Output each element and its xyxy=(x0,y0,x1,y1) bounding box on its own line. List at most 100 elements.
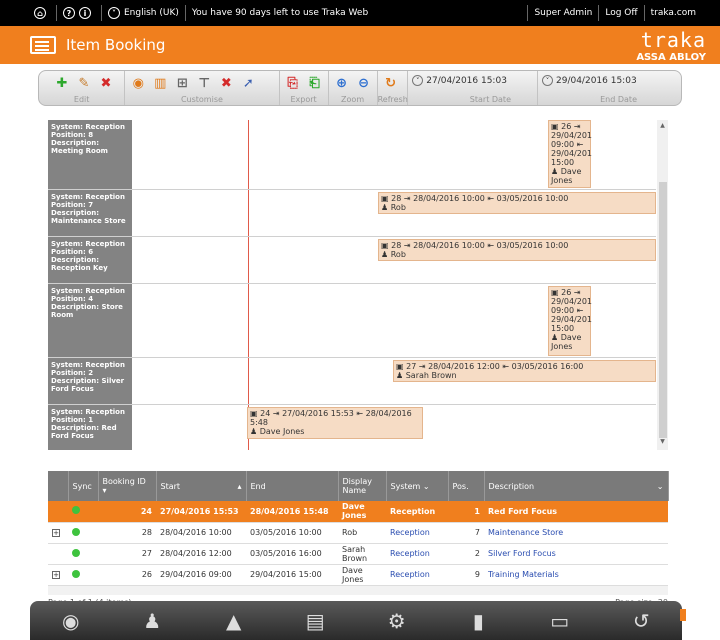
timeline-row: System: Reception Position: 4 Description:… xyxy=(48,284,656,358)
booking-block[interactable]: ▣ 28 ⇥ 28/04/2016 10:00 ⇤ 03/05/2016 10:… xyxy=(378,192,656,214)
expand-icon[interactable]: + xyxy=(52,571,60,579)
end-date-value: 29/04/2016 15:03 xyxy=(556,75,637,86)
grid-horizontal-scrollbar[interactable] xyxy=(48,585,668,595)
chevron-down-icon: ⌄ xyxy=(422,481,430,491)
history-icon[interactable]: ↺ xyxy=(628,608,654,634)
eye-icon[interactable]: ◉ xyxy=(58,608,84,634)
sort-icon: ▾ xyxy=(102,486,107,495)
user-icon[interactable]: ♟ xyxy=(139,608,165,634)
booking-icon: ▣ xyxy=(551,122,559,131)
col-sync[interactable]: Sync xyxy=(68,471,99,501)
user-name[interactable]: Super Admin xyxy=(527,5,598,21)
booking-block[interactable]: ▣ 27 ⇥ 28/04/2016 12:00 ⇤ 03/05/2016 16:… xyxy=(393,360,656,382)
sort-icon: ▴ xyxy=(237,481,242,491)
col-end[interactable]: End xyxy=(246,471,339,501)
row-label: System: Reception Position: 6 Description:… xyxy=(48,237,132,283)
row-label: System: Reception Position: 8 Description:… xyxy=(48,120,132,189)
col-booking-id[interactable]: Booking ID ▾ xyxy=(98,471,157,501)
expand-icon[interactable]: + xyxy=(52,529,60,537)
add-button[interactable]: ✚ xyxy=(52,74,72,93)
scroll-down-icon[interactable]: ▼ xyxy=(657,438,668,448)
refresh-button[interactable]: ↻ xyxy=(381,74,401,93)
refresh-group: ↻ Refresh xyxy=(378,71,409,105)
export-excel-button[interactable]: ⎗ xyxy=(305,74,325,93)
help-icon: ? xyxy=(63,7,75,19)
row-label: System: Reception Position: 4 Description:… xyxy=(48,284,132,357)
window-icon[interactable]: ▭ xyxy=(547,608,573,634)
export-pdf-button[interactable]: ⎘ xyxy=(283,74,303,93)
top-bar: ⌂ ? i ˅ English (UK) You have 90 days left… xyxy=(0,0,720,26)
user-icon: ♟ xyxy=(551,333,559,342)
settings-icon[interactable]: ⚙ xyxy=(384,608,410,634)
edit-button[interactable]: ✎ xyxy=(74,74,94,93)
sync-status-icon xyxy=(72,527,80,536)
key-icon[interactable]: ▮ xyxy=(465,608,491,634)
col-pos[interactable]: Pos. xyxy=(448,471,485,501)
toolbar: ✚ ✎ ✖ Edit ◉ ▥ ⊞ ⊤ ✖ ➚ Customise ⎘ ⎗ Exp… xyxy=(38,70,682,106)
table-row[interactable]: + 26 29/04/2016 09:00 29/04/2016 15:00 D… xyxy=(48,564,668,586)
timeline-row: System: Reception Position: 8 Description:… xyxy=(48,120,656,190)
zoom-out-icon[interactable]: ⊖ xyxy=(354,74,374,93)
booking-block[interactable]: ▣ 24 ⇥ 27/04/2016 15:53 ⇤ 28/04/2016 5:4… xyxy=(247,407,423,439)
timeline-scrollbar[interactable]: ▲ ▼ xyxy=(657,120,668,450)
start-date-picker[interactable]: ˅ 27/04/2016 15:03 Start Date xyxy=(408,71,538,105)
customise-group: ◉ ▥ ⊞ ⊤ ✖ ➚ Customise xyxy=(125,71,280,105)
dock-toggle[interactable] xyxy=(680,609,686,621)
brand-logo: traka ASSA ABLOY xyxy=(636,28,706,63)
col-start[interactable]: Start ▴ xyxy=(156,471,247,501)
table-row[interactable]: + 28 28/04/2016 10:00 03/05/2016 10:00 R… xyxy=(48,522,668,544)
col-display-name[interactable]: Display Name xyxy=(338,471,387,501)
view-button[interactable]: ◉ xyxy=(128,74,148,93)
col-description[interactable]: Description ⌄ xyxy=(484,471,669,501)
row-label: System: Reception Position: 1 Description:… xyxy=(48,405,132,450)
zoom-group: ⊕ ⊖ Zoom xyxy=(329,71,378,105)
sync-status-icon xyxy=(72,569,80,578)
clear-filter-button[interactable]: ✖ xyxy=(216,74,236,93)
row-label: System: Reception Position: 7 Description:… xyxy=(48,190,132,236)
zoom-in-icon[interactable]: ⊕ xyxy=(332,74,352,93)
timeline-row: System: Reception Position: 1 Description:… xyxy=(48,405,656,450)
chevron-down-icon: ˅ xyxy=(542,75,553,86)
page-title: Item Booking xyxy=(66,36,166,54)
home-button[interactable]: ⌂ xyxy=(28,5,56,21)
booking-block[interactable]: ▣ 26 ⇥ 29/04/201 09:00 ⇤ 29/04/201 15:00… xyxy=(548,286,592,356)
bottom-dock: ◉ ♟ ▲ ▤ ⚙ ▮ ▭ ↺ xyxy=(30,601,686,640)
edit-group: ✚ ✎ ✖ Edit xyxy=(39,71,126,105)
page-header: Item Booking traka ASSA ABLOY xyxy=(0,26,720,64)
booking-icon: ▣ xyxy=(551,288,559,297)
row-label: System: Reception Position: 2 Description:… xyxy=(48,358,132,404)
end-date-picker[interactable]: ˅ 29/04/2016 15:03 End Date xyxy=(538,71,681,105)
delete-button[interactable]: ✖ xyxy=(96,74,116,93)
user-icon: ♟ xyxy=(381,203,389,212)
group-button[interactable]: ⊞ xyxy=(172,74,192,93)
booking-icon: ▣ xyxy=(396,362,404,371)
timeline-row: System: Reception Position: 7 Description:… xyxy=(48,190,656,237)
export-group: ⎘ ⎗ Export xyxy=(280,71,329,105)
booking-icon: ▣ xyxy=(250,409,258,418)
scroll-thumb[interactable] xyxy=(659,182,667,438)
select-button[interactable]: ➚ xyxy=(238,74,258,93)
timeline-row: System: Reception Position: 2 Description:… xyxy=(48,358,656,405)
start-date-value: 27/04/2016 15:03 xyxy=(426,75,507,86)
home-icon: ⌂ xyxy=(34,7,46,19)
columns-button[interactable]: ▥ xyxy=(150,74,170,93)
help-button[interactable]: ? i xyxy=(56,5,101,21)
booking-icon xyxy=(30,36,56,54)
chevron-down-icon: ˅ xyxy=(108,7,120,19)
document-icon[interactable]: ▤ xyxy=(302,608,328,634)
scroll-up-icon[interactable]: ▲ xyxy=(657,122,668,132)
language-selector[interactable]: ˅ English (UK) xyxy=(101,5,185,21)
booking-block[interactable]: ▣ 28 ⇥ 28/04/2016 10:00 ⇤ 03/05/2016 10:… xyxy=(378,239,656,261)
sync-status-icon xyxy=(72,548,80,557)
table-row[interactable]: 24 27/04/2016 15:53 28/04/2016 15:48 Dav… xyxy=(48,501,668,523)
booking-block[interactable]: ▣ 26 ⇥ 29/04/201 09:00 ⇤ 29/04/201 15:00… xyxy=(548,120,592,188)
col-system[interactable]: System ⌄ xyxy=(386,471,449,501)
logoff-link[interactable]: Log Off xyxy=(598,5,643,21)
shapes-icon[interactable]: ▲ xyxy=(221,608,247,634)
filter-button[interactable]: ⊤ xyxy=(194,74,214,93)
grid-header: Sync Booking ID ▾ Start ▴ End Display Na… xyxy=(48,471,669,501)
site-link[interactable]: traka.com xyxy=(643,5,702,21)
chevron-down-icon: ⌄ xyxy=(656,481,664,491)
booking-timeline: System: Reception Position: 8 Description:… xyxy=(48,120,668,450)
table-row[interactable]: 27 28/04/2016 12:00 03/05/2016 16:00 Sar… xyxy=(48,543,668,565)
